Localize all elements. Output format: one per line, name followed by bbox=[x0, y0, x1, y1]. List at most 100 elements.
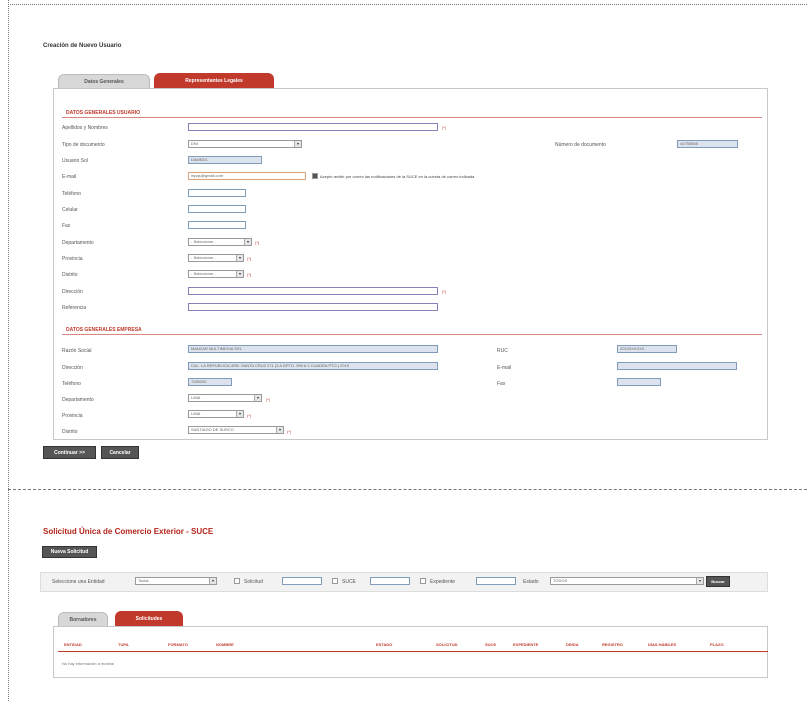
company-distrito-select[interactable]: SANTIAGO DE SURCO ▾ bbox=[188, 426, 284, 434]
direccion-input[interactable] bbox=[188, 287, 438, 295]
section-user-header: DATOS GENERALES USUARIO bbox=[66, 110, 140, 116]
results-header: ENTIDAD TUPA FORMATO NOMBRE ESTADO SOLIC… bbox=[58, 638, 768, 652]
required-mark: (*) bbox=[247, 272, 252, 277]
company-ruc-input[interactable]: 20100XXXXX bbox=[617, 345, 677, 353]
chevron-down-icon: ▾ bbox=[236, 255, 243, 261]
departamento-label: Departamento bbox=[62, 240, 94, 246]
company-distrito-label: Distrito bbox=[62, 429, 78, 435]
suce-title: Solicitud Única de Comercio Exterior - S… bbox=[43, 527, 214, 536]
expediente-checkbox[interactable] bbox=[420, 578, 426, 584]
chevron-down-icon: ▾ bbox=[236, 411, 243, 417]
fax-input[interactable] bbox=[188, 221, 246, 229]
celular-input[interactable] bbox=[188, 205, 246, 213]
continue-button[interactable]: Continuar >> bbox=[43, 446, 96, 459]
distrito-select[interactable]: - Seleccione - ▾ bbox=[188, 270, 244, 278]
page-border-top bbox=[8, 4, 807, 5]
distrito-label: Distrito bbox=[62, 272, 78, 278]
chevron-down-icon: ▾ bbox=[236, 271, 243, 277]
required-mark: (*) bbox=[247, 256, 252, 261]
solicitud-input[interactable] bbox=[282, 577, 322, 585]
col-entidad[interactable]: ENTIDAD bbox=[64, 642, 82, 647]
required-mark: (*) bbox=[247, 413, 252, 418]
results-panel bbox=[53, 626, 768, 678]
fax-label: Fax bbox=[62, 223, 71, 229]
usuario-sol-label: Usuario Sol bbox=[62, 158, 88, 164]
estado-select[interactable]: TODOS ▾ bbox=[550, 577, 704, 585]
tipo-doc-label: Tipo de documento bbox=[62, 142, 105, 148]
tab-solicitudes[interactable]: Solicitudes bbox=[115, 611, 183, 626]
cancel-button[interactable]: Cancelar bbox=[101, 446, 139, 459]
provincia-select[interactable]: - Seleccione - ▾ bbox=[188, 254, 244, 262]
departamento-select[interactable]: - Seleccione - ▾ bbox=[188, 238, 252, 246]
num-doc-input[interactable]: 40755555 bbox=[677, 140, 738, 148]
company-departamento-select[interactable]: LIMA ▾ bbox=[188, 394, 262, 402]
chevron-down-icon: ▾ bbox=[254, 395, 261, 401]
expediente-input[interactable] bbox=[476, 577, 516, 585]
section-company-header: DATOS GENERALES EMPRESA bbox=[66, 327, 142, 333]
col-suce[interactable]: SUCE bbox=[485, 642, 496, 647]
company-departamento-value: LIMA bbox=[191, 395, 201, 400]
company-provincia-select[interactable]: LIMA ▾ bbox=[188, 410, 244, 418]
section-divider bbox=[8, 489, 807, 490]
email-consent-text: Acepto recibir por correo las notificaci… bbox=[320, 174, 475, 179]
suce-input[interactable] bbox=[370, 577, 410, 585]
tab-datos-generales[interactable]: Datos Generales bbox=[58, 74, 150, 88]
num-doc-label: Número de documento bbox=[555, 142, 606, 148]
entity-label: Seleccione una Entidad bbox=[52, 579, 105, 585]
chevron-down-icon: ▾ bbox=[276, 427, 283, 433]
company-email-input[interactable] bbox=[617, 362, 737, 370]
referencia-input[interactable] bbox=[188, 303, 438, 311]
usuario-sol-input[interactable]: DAMED1 bbox=[188, 156, 262, 164]
col-plazo[interactable]: PLAZO bbox=[710, 642, 724, 647]
col-dias-habiles[interactable]: DÍAS HÁBILES bbox=[648, 642, 676, 647]
telefono-input[interactable] bbox=[188, 189, 246, 197]
apellidos-label: Apellidos y Nombres bbox=[62, 125, 108, 131]
company-fax-label: Fax bbox=[497, 381, 506, 387]
tipo-doc-value: DNI bbox=[191, 141, 198, 146]
razon-social-input[interactable]: MANZAR MULTIMEDIA SRL bbox=[188, 345, 438, 353]
col-expediente[interactable]: EXPEDIENTE bbox=[513, 642, 538, 647]
apellidos-input[interactable] bbox=[188, 123, 438, 131]
col-tupa[interactable]: TUPA bbox=[118, 642, 129, 647]
referencia-label: Referencia bbox=[62, 305, 87, 311]
company-direccion-input[interactable]: CAL. LA REPUBLICA URB. SANTA CRUZ 271 (3… bbox=[188, 362, 438, 370]
section-user-line bbox=[62, 117, 762, 118]
tab-borradores[interactable]: Borradores bbox=[58, 612, 108, 626]
section-company-line bbox=[62, 334, 762, 335]
required-mark: (*) bbox=[442, 125, 447, 130]
email-consent-checkbox[interactable] bbox=[312, 173, 318, 179]
razon-social-label: Razón Social bbox=[62, 348, 92, 354]
provincia-value: - Seleccione - bbox=[191, 255, 216, 260]
telefono-label: Teléfono bbox=[62, 191, 81, 197]
celular-label: Celular bbox=[62, 207, 78, 213]
company-fax-input[interactable] bbox=[617, 378, 661, 386]
col-solicitud[interactable]: SOLICITUD bbox=[436, 642, 458, 647]
suce-label: SUCE bbox=[342, 579, 356, 585]
solicitud-checkbox[interactable] bbox=[234, 578, 240, 584]
company-email-label: E-mail bbox=[497, 365, 512, 371]
suce-checkbox[interactable] bbox=[332, 578, 338, 584]
search-button[interactable]: Buscar bbox=[706, 576, 730, 587]
col-formato[interactable]: FORMATO bbox=[168, 642, 188, 647]
company-departamento-label: Departamento bbox=[62, 397, 94, 403]
col-drda[interactable]: DR/DA bbox=[566, 642, 579, 647]
solicitud-label: Solicitud bbox=[244, 579, 263, 585]
tipo-doc-select[interactable]: DNI ▾ bbox=[188, 140, 302, 148]
company-telefono-input[interactable]: 7289290 bbox=[188, 378, 232, 386]
col-nombre[interactable]: NOMBRE bbox=[216, 642, 234, 647]
col-registro[interactable]: REGISTRO bbox=[602, 642, 623, 647]
company-direccion-label: Dirección bbox=[62, 365, 83, 371]
company-provincia-value: LIMA bbox=[191, 411, 201, 416]
entity-select[interactable]: Todos ▾ bbox=[135, 577, 217, 585]
distrito-value: - Seleccione - bbox=[191, 271, 216, 276]
new-request-button[interactable]: Nueva Solicitud bbox=[42, 546, 97, 558]
email-input[interactable]: mpqs@gmail.com bbox=[188, 172, 306, 180]
tab-representantes-legales[interactable]: Representantes Legales bbox=[154, 73, 274, 88]
company-distrito-value: SANTIAGO DE SURCO bbox=[191, 427, 234, 432]
company-ruc-label: RUC bbox=[497, 348, 508, 354]
col-estado[interactable]: ESTADO bbox=[376, 642, 392, 647]
expediente-label: Expediente bbox=[430, 579, 456, 585]
form-panel bbox=[53, 88, 768, 440]
chevron-down-icon: ▾ bbox=[696, 578, 703, 584]
chevron-down-icon: ▾ bbox=[294, 141, 301, 147]
